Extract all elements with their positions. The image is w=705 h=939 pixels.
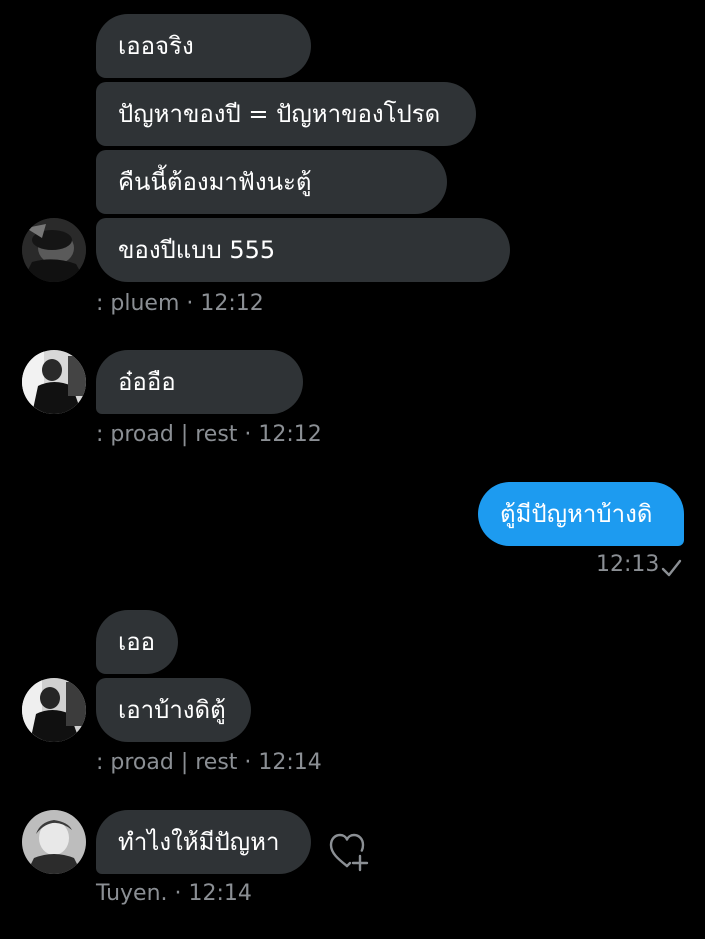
message-meta: : pluem · 12:12 bbox=[96, 291, 264, 316]
message-bubble[interactable]: เออจริง bbox=[96, 14, 311, 78]
message-bubble[interactable]: เออ bbox=[96, 610, 178, 674]
message-bubble[interactable]: อ๋ออือ bbox=[96, 350, 303, 414]
message-text: ทำไงให้มีปัญหา bbox=[118, 828, 280, 856]
message-bubble[interactable]: ปัญหาของปี = ปัญหาของโปรด bbox=[96, 82, 476, 146]
message-bubble[interactable]: ทำไงให้มีปัญหา bbox=[96, 810, 311, 874]
avatar[interactable] bbox=[22, 678, 86, 742]
message-meta: : proad | rest · 12:14 bbox=[96, 750, 322, 775]
outgoing-message-bubble[interactable]: ตู้มีปัญหาบ้างดิ bbox=[478, 482, 684, 546]
message-text: อ๋ออือ bbox=[118, 368, 176, 396]
avatar-image bbox=[22, 218, 86, 282]
avatar[interactable] bbox=[22, 218, 86, 282]
message-text: เออจริง bbox=[118, 32, 194, 60]
message-text: เอาบ้างดิตู้ bbox=[118, 696, 226, 724]
checkmark-icon bbox=[661, 559, 682, 577]
message-time: 12:13 bbox=[596, 552, 660, 577]
heart-plus-icon[interactable] bbox=[328, 832, 372, 872]
avatar[interactable] bbox=[22, 350, 86, 414]
message-text: ของปีแบบ 555 bbox=[118, 236, 276, 264]
message-bubble[interactable]: เอาบ้างดิตู้ bbox=[96, 678, 251, 742]
message-text: เออ bbox=[118, 628, 156, 656]
message-text: คืนนี้ต้องมาฟังนะตู้ bbox=[118, 168, 312, 196]
message-text: ปัญหาของปี = ปัญหาของโปรด bbox=[118, 100, 441, 128]
message-bubble[interactable]: ของปีแบบ 555 bbox=[96, 218, 510, 282]
message-meta: : proad | rest · 12:12 bbox=[96, 422, 322, 447]
avatar-image bbox=[22, 810, 86, 874]
avatar-image bbox=[22, 350, 86, 414]
message-text: ตู้มีปัญหาบ้างดิ bbox=[500, 500, 653, 528]
avatar[interactable] bbox=[22, 810, 86, 874]
message-meta: Tuyen. · 12:14 bbox=[96, 881, 252, 906]
avatar-image bbox=[22, 678, 86, 742]
message-bubble[interactable]: คืนนี้ต้องมาฟังนะตู้ bbox=[96, 150, 447, 214]
